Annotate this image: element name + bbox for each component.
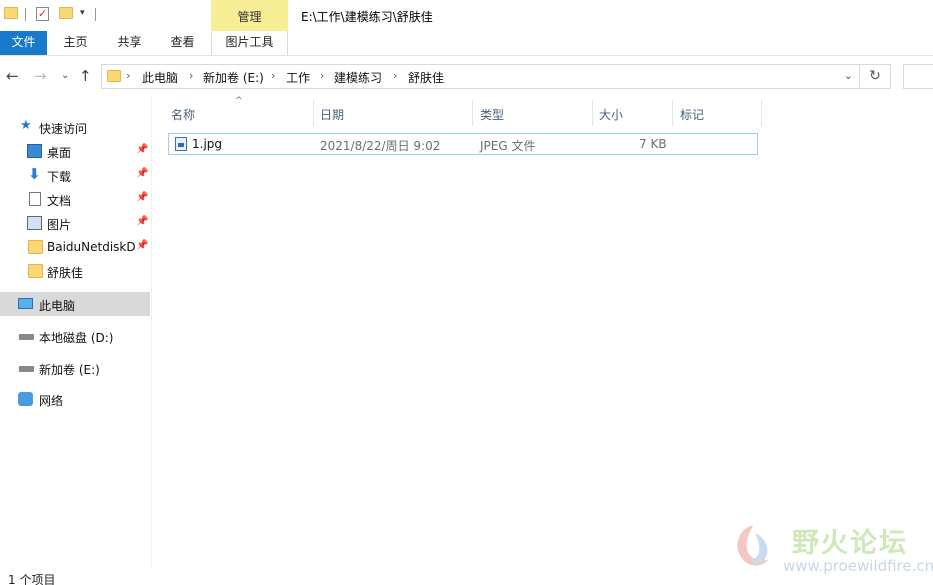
nav-pictures-label: 图片 xyxy=(47,218,72,232)
tab-picture-tools[interactable]: 图片工具 xyxy=(211,31,288,55)
refresh-icon[interactable]: ↻ xyxy=(860,64,891,89)
breadcrumb-chevron-icon[interactable]: › xyxy=(271,69,275,82)
desktop-icon xyxy=(27,144,42,158)
network-icon xyxy=(18,392,33,406)
nav-baidunetdisk[interactable]: BaiduNetdiskD 📌 xyxy=(0,235,150,259)
nav-network[interactable]: 网络 xyxy=(0,387,150,411)
nav-desktop[interactable]: 桌面 📌 xyxy=(0,139,150,163)
nav-drive-d[interactable]: 本地磁盘 (D:) xyxy=(0,324,150,348)
column-header-date[interactable]: 日期 xyxy=(314,100,472,126)
watermark-logo-icon xyxy=(737,525,769,566)
recent-locations-chevron-icon[interactable]: ⌄ xyxy=(61,70,69,81)
forward-arrow-icon[interactable]: → xyxy=(34,67,47,85)
file-date: 2021/8/22/周日 9:02 xyxy=(320,139,441,153)
nav-drive-e-label: 新加卷 (E:) xyxy=(39,363,100,377)
address-folder-icon xyxy=(107,70,121,82)
tab-file[interactable]: 文件 xyxy=(0,31,47,55)
manage-context-tab[interactable]: 管理 xyxy=(211,0,288,31)
pin-icon: 📌 xyxy=(136,240,149,251)
back-arrow-icon[interactable]: ← xyxy=(6,67,19,85)
breadcrumb-chevron-icon[interactable]: › xyxy=(393,69,397,82)
title-bar: ✓ ▾ 管理 E:\工作\建模练习\舒肤佳 xyxy=(0,0,933,31)
nav-this-pc-label: 此电脑 xyxy=(39,299,76,313)
quick-access-separator-2 xyxy=(95,8,96,21)
properties-icon[interactable]: ✓ xyxy=(36,7,49,21)
nav-drive-d-label: 本地磁盘 (D:) xyxy=(39,331,114,345)
status-item-count: 1 个项目 xyxy=(8,573,56,585)
column-date-label: 日期 xyxy=(320,108,345,122)
breadcrumb-modeling[interactable]: 建模练习 xyxy=(334,69,382,86)
window-title: E:\工作\建模练习\舒肤佳 xyxy=(301,10,433,24)
file-size: 7 KB xyxy=(639,137,667,151)
folder-icon xyxy=(28,240,43,254)
quick-access-separator xyxy=(25,8,26,21)
nav-downloads[interactable]: ⬇ 下载 📌 xyxy=(0,163,150,187)
up-arrow-icon[interactable]: ↑ xyxy=(79,67,92,85)
pin-icon: 📌 xyxy=(136,192,149,203)
nav-network-label: 网络 xyxy=(39,394,64,408)
breadcrumb-current[interactable]: 舒肤佳 xyxy=(408,69,444,86)
pictures-icon xyxy=(27,216,42,230)
nav-shufujia[interactable]: 舒肤佳 xyxy=(0,259,150,283)
column-tags-label: 标记 xyxy=(680,108,705,122)
tab-share[interactable]: 共享 xyxy=(107,31,152,55)
star-icon: ★ xyxy=(20,118,32,133)
nav-documents-label: 文档 xyxy=(47,194,72,208)
pin-icon: 📌 xyxy=(136,168,149,179)
tab-home[interactable]: 主页 xyxy=(53,31,98,55)
nav-quick-access[interactable]: ★ 快速访问 xyxy=(0,115,150,139)
column-divider[interactable] xyxy=(761,100,762,126)
download-icon: ⬇ xyxy=(28,165,41,183)
nav-this-pc[interactable]: 此电脑 xyxy=(0,292,150,316)
breadcrumb-this-pc[interactable]: 此电脑 xyxy=(142,69,178,86)
column-header-name[interactable]: 名称 xyxy=(168,100,313,126)
file-name: 1.jpg xyxy=(192,137,223,151)
column-header-size[interactable]: 大小 xyxy=(593,100,672,126)
breadcrumb-work[interactable]: 工作 xyxy=(286,69,310,86)
navigation-pane: ★ 快速访问 桌面 📌 ⬇ 下载 📌 文档 📌 图片 📌 BaiduNetdis… xyxy=(0,97,152,567)
breadcrumb-chevron-icon[interactable]: › xyxy=(189,69,193,82)
watermark-text: 野火论坛 xyxy=(792,528,908,559)
ribbon-tabs: 文件 主页 共享 查看 图片工具 xyxy=(0,31,933,56)
tab-view[interactable]: 查看 xyxy=(160,31,205,55)
address-bar[interactable]: › 此电脑 › 新加卷 (E:) › 工作 › 建模练习 › 舒肤佳 ⌄ xyxy=(101,64,860,89)
navigation-bar: ← → ⌄ ↑ › 此电脑 › 新加卷 (E:) › 工作 › 建模练习 › 舒… xyxy=(0,57,933,97)
nav-desktop-label: 桌面 xyxy=(47,146,72,160)
nav-baidunetdisk-label: BaiduNetdiskD xyxy=(47,240,135,254)
nav-pictures[interactable]: 图片 📌 xyxy=(0,211,150,235)
breadcrumb-drive-e[interactable]: 新加卷 (E:) xyxy=(203,69,264,86)
folder-icon xyxy=(28,264,43,278)
folder-icon[interactable] xyxy=(4,7,18,19)
column-header-tags[interactable]: 标记 xyxy=(673,100,761,126)
address-dropdown-icon[interactable]: ⌄ xyxy=(844,69,853,82)
nav-downloads-label: 下载 xyxy=(47,170,72,184)
nav-quick-access-label: 快速访问 xyxy=(39,122,88,136)
column-header-type[interactable]: 类型 xyxy=(473,100,592,126)
breadcrumb-chevron-icon[interactable]: › xyxy=(320,69,324,82)
breadcrumb-chevron-icon[interactable]: › xyxy=(126,69,130,82)
pin-icon: 📌 xyxy=(136,144,149,155)
jpg-file-icon xyxy=(175,137,187,151)
nav-documents[interactable]: 文档 📌 xyxy=(0,187,150,211)
search-input[interactable] xyxy=(903,64,933,89)
drive-icon xyxy=(19,366,34,372)
nav-shufujia-label: 舒肤佳 xyxy=(47,266,84,280)
drive-icon xyxy=(19,334,34,340)
file-row[interactable]: 1.jpg 2021/8/22/周日 9:02 JPEG 文件 7 KB xyxy=(168,133,758,155)
column-name-label: 名称 xyxy=(171,108,196,122)
column-type-label: 类型 xyxy=(480,108,505,122)
watermark-url: www.proewildfire.cn xyxy=(783,557,933,575)
computer-icon xyxy=(18,298,33,309)
new-folder-icon[interactable] xyxy=(59,7,73,19)
document-icon xyxy=(29,192,41,206)
nav-drive-e[interactable]: 新加卷 (E:) xyxy=(0,356,150,380)
pin-icon: 📌 xyxy=(136,216,149,227)
column-size-label: 大小 xyxy=(599,108,624,122)
file-type: JPEG 文件 xyxy=(480,139,536,153)
customize-toolbar-icon[interactable]: ▾ xyxy=(80,8,85,18)
